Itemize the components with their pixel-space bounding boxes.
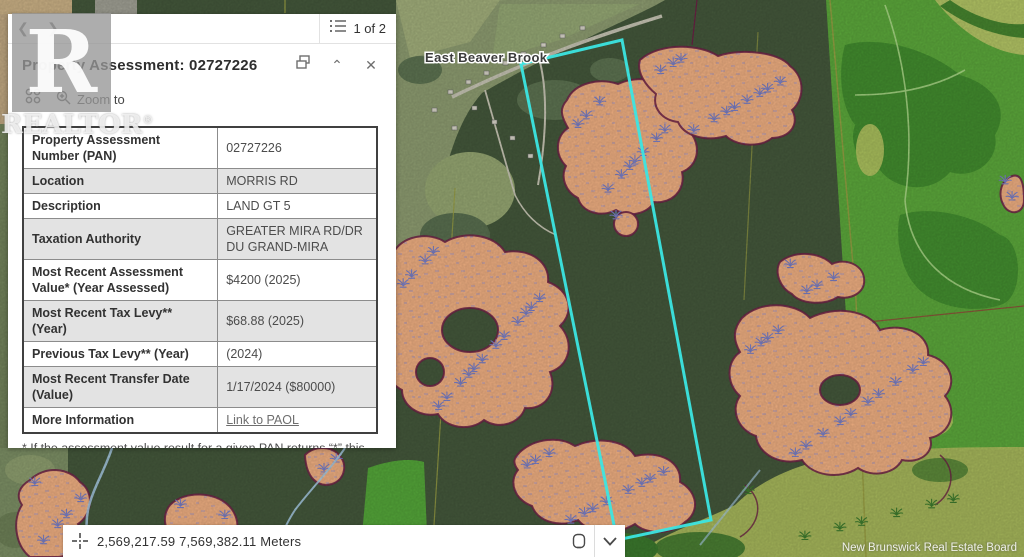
row-label: Taxation Authority [23,219,218,260]
table-row: Most Recent Transfer Date (Value)1/17/20… [23,367,377,408]
feature-actions-icon[interactable] [20,88,46,110]
coordinate-bar: 2,569,217.59 7,569,382.11 Meters [63,525,625,557]
zoom-to-icon [56,90,71,108]
dock-button[interactable] [290,54,316,76]
row-value: 1/17/2024 ($80000) [218,367,377,408]
table-row: Taxation AuthorityGREATER MIRA RD/DR DU … [23,219,377,260]
row-label: Most Recent Tax Levy** (Year) [23,301,218,342]
row-value: GREATER MIRA RD/DR DU GRAND-MIRA [218,219,377,260]
assessment-table-body: Property Assessment Number (PAN)02727226… [23,127,377,433]
zoom-to-label: Zoom to [77,92,125,107]
table-row: Most Recent Assessment Value* (Year Asse… [23,260,377,301]
row-label: Most Recent Transfer Date (Value) [23,367,218,408]
table-row: Most Recent Tax Levy** (Year)$68.88 (202… [23,301,377,342]
paol-link[interactable]: Link to PAOL [226,413,299,427]
row-value: $4200 (2025) [218,260,377,301]
row-value: MORRIS RD [218,169,377,194]
property-assessment-popup: ❮ ❯ 1 of 2 Property Assessment: 02727226… [8,14,396,448]
next-feature-button[interactable]: ❯ [38,14,68,43]
place-label: East Beaver Brook [425,50,548,65]
row-label: Property Assessment Number (PAN) [23,127,218,169]
table-row: Property Assessment Number (PAN)02727226 [23,127,377,169]
coordinate-readout: 2,569,217.59 7,569,382.11 Meters [97,534,564,549]
popup-titlebar: Property Assessment: 02727226 ⌃ ✕ [8,44,396,82]
assessment-table: Property Assessment Number (PAN)02727226… [22,126,378,434]
table-row: DescriptionLAND GT 5 [23,194,377,219]
popup-title: Property Assessment: 02727226 [22,57,282,74]
row-value: Link to PAOL [218,408,377,434]
pager-count: 1 of 2 [353,21,386,36]
feature-pager[interactable]: 1 of 2 [319,14,396,43]
popup-footnote: * If the assessment value result for a g… [22,440,382,448]
row-label: Location [23,169,218,194]
table-row: LocationMORRIS RD [23,169,377,194]
row-label: More Information [23,408,218,434]
collapse-icon[interactable]: ⌃ [324,54,350,76]
row-value: 02727226 [218,127,377,169]
row-label: Previous Tax Levy** (Year) [23,342,218,367]
popup-pagination-bar: ❮ ❯ 1 of 2 [8,14,396,44]
close-icon[interactable]: ✕ [358,54,384,76]
row-value: (2024) [218,342,377,367]
row-label: Most Recent Assessment Value* (Year Asse… [23,260,218,301]
table-row: Previous Tax Levy** (Year)(2024) [23,342,377,367]
mark-location-icon[interactable] [564,525,594,557]
zoom-to-button[interactable]: Zoom to [52,88,129,110]
feature-list-icon [330,19,346,38]
row-value: $68.88 (2025) [218,301,377,342]
row-label: Description [23,194,218,219]
row-value: LAND GT 5 [218,194,377,219]
coordinate-options-chevron-icon[interactable] [595,525,625,557]
map-attribution: New Brunswick Real Estate Board [842,542,1017,554]
popup-actions-row: Zoom to [8,82,396,120]
previous-feature-button[interactable]: ❮ [8,14,38,43]
table-row: More Information Link to PAOL [23,408,377,434]
crosshair-icon [63,532,97,550]
